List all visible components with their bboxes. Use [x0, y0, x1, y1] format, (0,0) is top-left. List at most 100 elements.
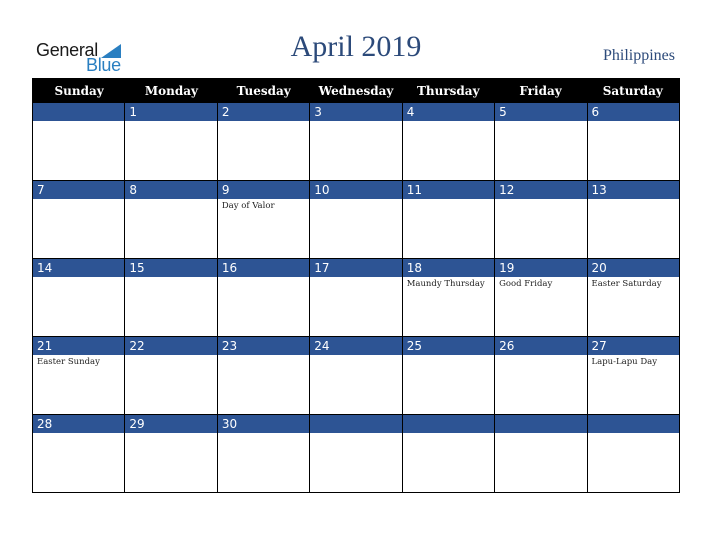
day-cell: 11	[401, 181, 495, 258]
holiday-label	[310, 355, 401, 357]
day-number: 23	[217, 337, 310, 355]
week-row: 7 8 9 Day of Valor 10 11 12 13	[33, 180, 679, 258]
weekday-monday: Monday	[144, 84, 198, 98]
holiday-label	[495, 199, 586, 201]
day-number: 21	[33, 337, 125, 355]
day-cell: 3	[309, 103, 402, 180]
day-cell: 29	[124, 415, 217, 492]
calendar-grid: Sunday Monday Tuesday Wednesday Thursday…	[32, 78, 680, 493]
day-number: 25	[402, 337, 495, 355]
weekday-sunday: Sunday	[54, 84, 104, 98]
day-cell: 18 Maundy Thursday	[401, 259, 495, 336]
week-row: 28 29 30	[33, 414, 679, 492]
holiday-label	[33, 433, 124, 435]
day-cell: 24	[309, 337, 402, 414]
day-number: 13	[587, 181, 679, 199]
holiday-label	[310, 199, 401, 201]
day-number: 4	[402, 103, 495, 121]
day-cell: 20 Easter Saturday	[586, 259, 679, 336]
holiday-label	[495, 355, 586, 357]
day-number: 15	[125, 259, 217, 277]
holiday-label	[125, 277, 216, 279]
holiday-label: Good Friday	[499, 279, 553, 289]
day-cell: 16	[216, 259, 310, 336]
holiday-label	[125, 433, 216, 435]
day-number: 22	[125, 337, 217, 355]
day-cell: 14	[33, 259, 125, 336]
holiday-label	[125, 355, 216, 357]
day-number: 2	[217, 103, 310, 121]
day-cell: 22	[124, 337, 217, 414]
weekday-saturday: Saturday	[602, 84, 663, 98]
holiday-label: Day of Valor	[221, 201, 275, 211]
day-number: 3	[310, 103, 402, 121]
day-number: 1	[125, 103, 217, 121]
day-number	[495, 415, 587, 433]
holiday-label	[218, 121, 309, 123]
day-number: 9	[217, 181, 310, 199]
day-number: 17	[310, 259, 402, 277]
weekday-tuesday: Tuesday	[236, 84, 291, 98]
holiday-label	[403, 199, 494, 201]
day-cell: 5	[494, 103, 587, 180]
day-number: 8	[125, 181, 217, 199]
holiday-label: Easter Saturday	[591, 279, 662, 289]
weekday-thursday: Thursday	[416, 84, 480, 98]
day-number: 29	[125, 415, 217, 433]
day-number: 5	[495, 103, 587, 121]
day-cell: 25	[401, 337, 495, 414]
day-cell: 8	[124, 181, 217, 258]
day-cell: 1	[124, 103, 217, 180]
day-number: 28	[33, 415, 125, 433]
week-row: 123456	[33, 103, 679, 180]
day-cell: 7	[33, 181, 125, 258]
day-cell: 2	[216, 103, 310, 180]
holiday-label: Maundy Thursday	[406, 279, 485, 289]
holiday-label	[33, 121, 124, 123]
day-number	[587, 415, 679, 433]
holiday-label	[125, 199, 216, 201]
day-cell: 9 Day of Valor	[216, 181, 310, 258]
holiday-label	[588, 433, 679, 435]
day-cell: 15	[124, 259, 217, 336]
holiday-label	[218, 355, 309, 357]
day-cell	[494, 415, 587, 492]
day-cell: 12	[494, 181, 587, 258]
holiday-label: Easter Sunday	[37, 357, 100, 367]
day-number: 12	[495, 181, 587, 199]
holiday-label	[403, 433, 494, 435]
week-row: 14 15 16 17 18 Maundy Thursday 19 Good Friday 20…	[33, 258, 679, 336]
holiday-label	[403, 355, 494, 357]
weekday-header-row: Sunday Monday Tuesday Wednesday Thursday…	[33, 79, 679, 103]
day-number: 14	[33, 259, 125, 277]
day-cell: 6	[586, 103, 679, 180]
holiday-label	[310, 433, 401, 435]
holiday-label	[125, 121, 216, 123]
day-number: 16	[217, 259, 310, 277]
holiday-label	[403, 121, 494, 123]
weeks-container: 1 2 3 4 5 6 7 8 9 Day of Valor 10 11 12 13 14 15 16 17 18 M…	[33, 103, 679, 492]
holiday-label	[495, 433, 586, 435]
holiday-label	[218, 433, 309, 435]
day-cell: 4	[401, 103, 495, 180]
country-label: Philippines	[602, 47, 675, 64]
day-number: 26	[495, 337, 587, 355]
day-number: 24	[310, 337, 402, 355]
holiday-label	[33, 277, 124, 279]
day-cell	[33, 103, 125, 180]
day-number: 30	[217, 415, 310, 433]
weekday-friday: Friday	[519, 84, 562, 98]
holiday-label	[588, 121, 679, 123]
weekday-wednesday: Wednesday	[318, 84, 394, 98]
holiday-label	[33, 199, 124, 201]
day-number: 27	[587, 337, 679, 355]
day-cell: 19 Good Friday	[494, 259, 587, 336]
day-number	[402, 415, 495, 433]
day-cell: 21 Easter Sunday	[33, 337, 125, 414]
day-number: 10	[310, 181, 402, 199]
day-number	[33, 103, 125, 121]
holiday-label	[310, 121, 401, 123]
day-number: 11	[402, 181, 495, 199]
day-cell: 13	[586, 181, 679, 258]
holiday-label: Lapu-Lapu Day	[591, 357, 658, 367]
